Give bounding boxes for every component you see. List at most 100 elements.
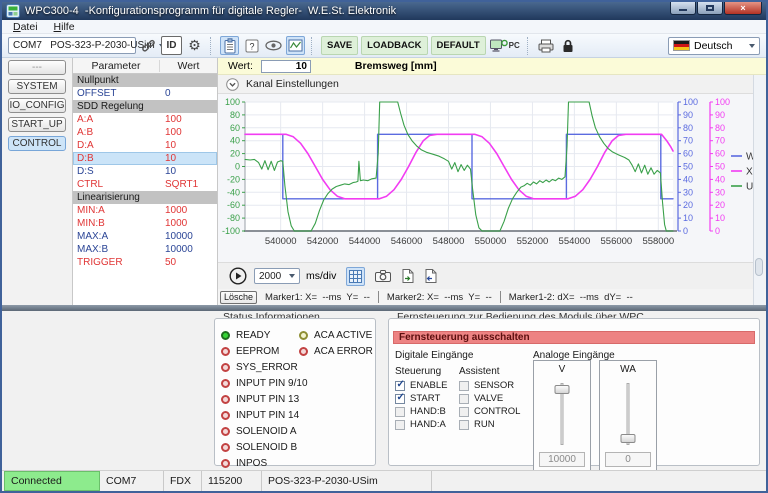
- sidebar-item-blank[interactable]: ---: [8, 60, 66, 75]
- connect-link-button[interactable]: [139, 36, 158, 55]
- vertical-scrollbar[interactable]: [753, 75, 764, 305]
- solenoid-a-led-icon: [221, 427, 230, 436]
- input-pin-14-led-icon: [221, 411, 230, 420]
- svg-text:40: 40: [715, 174, 725, 184]
- slider-label: WA: [600, 364, 656, 375]
- status-led-label: SOLENOID A: [236, 426, 297, 437]
- remote-off-banner[interactable]: Fernsteuerung ausschalten: [393, 331, 755, 344]
- parameter-list-button[interactable]: [220, 36, 239, 55]
- svg-text:100: 100: [683, 97, 698, 107]
- sidebar-item-start-up[interactable]: START_UP: [8, 117, 66, 132]
- param-row[interactable]: A:A100: [73, 113, 217, 126]
- checkbox-label: VALVE: [474, 393, 503, 404]
- timebase-combo[interactable]: 2000: [254, 268, 300, 284]
- window-controls: ×: [670, 2, 762, 15]
- svg-text:60: 60: [683, 149, 693, 159]
- minimize-button[interactable]: [670, 2, 696, 15]
- slider-thumb[interactable]: [621, 434, 636, 443]
- link-icon: [141, 39, 156, 53]
- value-input[interactable]: [261, 60, 311, 73]
- param-value: 0: [159, 88, 171, 99]
- svg-text:-20: -20: [227, 174, 240, 184]
- param-row[interactable]: OFFSET0: [73, 87, 217, 100]
- scope-chart-area: -100-80-60-40-20020406080100540000542000…: [218, 94, 753, 262]
- param-value: 10: [159, 153, 176, 164]
- snapshot-button[interactable]: [373, 267, 392, 286]
- param-value: 1000: [159, 218, 187, 229]
- close-button[interactable]: ×: [724, 2, 762, 15]
- checkbox-row: RUN: [459, 419, 520, 430]
- export-csv-button[interactable]: [421, 267, 440, 286]
- sensor-checkbox[interactable]: [459, 381, 469, 391]
- monitor-eye-button[interactable]: [264, 36, 283, 55]
- lock-button[interactable]: [559, 36, 578, 55]
- svg-text:554000: 554000: [559, 236, 591, 247]
- status-led-label: ACA ACTIVE: [314, 330, 372, 341]
- svg-text:20: 20: [715, 200, 725, 210]
- param-row[interactable]: D:B10: [73, 152, 217, 165]
- param-row[interactable]: D:A10: [73, 139, 217, 152]
- clear-markers-label: Lösche: [224, 292, 253, 302]
- default-button[interactable]: DEFAULT: [431, 36, 486, 55]
- camera-icon: [375, 270, 391, 282]
- menu-hilfe[interactable]: Hilfe: [49, 21, 80, 33]
- maximize-button[interactable]: [697, 2, 723, 15]
- sidebar-item-control[interactable]: CONTROL: [8, 136, 66, 151]
- param-row[interactable]: MAX:A10000: [73, 230, 217, 243]
- menu-datei[interactable]: Datei: [8, 21, 43, 33]
- loadback-button[interactable]: LOADBACK: [361, 36, 427, 55]
- hand-a-checkbox[interactable]: [395, 420, 405, 430]
- save-button[interactable]: SAVE: [321, 36, 358, 55]
- sys-error-led-icon: [221, 363, 230, 372]
- play-button[interactable]: [228, 267, 248, 286]
- start-checkbox[interactable]: [395, 394, 405, 404]
- id-button-label: ID: [167, 40, 177, 51]
- run-checkbox[interactable]: [459, 420, 469, 430]
- help-button[interactable]: ?: [242, 36, 261, 55]
- sidebar-item-system[interactable]: SYSTEM: [8, 79, 66, 94]
- print-button[interactable]: [537, 36, 556, 55]
- grid-toggle-button[interactable]: [346, 267, 365, 286]
- ready-led-icon: [221, 331, 230, 340]
- status-led-row: ACA ERROR: [299, 343, 373, 359]
- clear-markers-button[interactable]: Lösche: [220, 291, 257, 304]
- settings-gear-button[interactable]: ⚙: [185, 36, 204, 55]
- param-row[interactable]: MAX:B10000: [73, 243, 217, 256]
- language-select[interactable]: Deutsch: [668, 37, 760, 55]
- param-value: 50: [159, 257, 176, 268]
- param-row[interactable]: TRIGGER50: [73, 256, 217, 269]
- save-button-label: SAVE: [327, 40, 352, 51]
- svg-text:60: 60: [715, 149, 725, 159]
- pc-remote-button[interactable]: PC: [489, 36, 521, 55]
- checkbox-row: START: [395, 393, 448, 404]
- param-row[interactable]: MIN:B1000: [73, 217, 217, 230]
- param-value: 10000: [159, 231, 193, 242]
- valve-checkbox[interactable]: [459, 394, 469, 404]
- param-row[interactable]: D:S10: [73, 165, 217, 178]
- param-row[interactable]: A:B100: [73, 126, 217, 139]
- chevron-down-icon: [289, 274, 295, 278]
- param-name: CTRL: [73, 179, 159, 190]
- oscilloscope-button[interactable]: [286, 36, 305, 55]
- connection-combo[interactable]: COM7 POS-323-P-2030-USim: [8, 37, 136, 54]
- scrollbar-thumb[interactable]: [755, 258, 763, 276]
- enable-checkbox[interactable]: [395, 381, 405, 391]
- param-value: 100: [159, 114, 182, 125]
- slider-thumb[interactable]: [555, 385, 570, 394]
- svg-text:70: 70: [715, 136, 725, 146]
- collapse-chevron-icon[interactable]: [226, 78, 239, 91]
- hand-b-checkbox[interactable]: [395, 407, 405, 417]
- id-button[interactable]: ID: [161, 36, 182, 55]
- svg-text:100: 100: [715, 97, 730, 107]
- param-value: SQRT1: [159, 179, 198, 190]
- param-row[interactable]: CTRLSQRT1: [73, 178, 217, 191]
- checkbox-label: SENSOR: [474, 380, 514, 391]
- param-row[interactable]: MIN:A1000: [73, 204, 217, 217]
- status-led-label: INPUT PIN 13: [236, 394, 299, 405]
- sidebar-item-io-config[interactable]: IO_CONFIG: [8, 98, 66, 113]
- statusbar-cell: FDX: [164, 471, 202, 491]
- statusbar-cell: 115200: [202, 471, 262, 491]
- control-checkbox[interactable]: [459, 407, 469, 417]
- status-led-row: SOLENOID A: [221, 423, 308, 439]
- save-recording-button[interactable]: [398, 267, 417, 286]
